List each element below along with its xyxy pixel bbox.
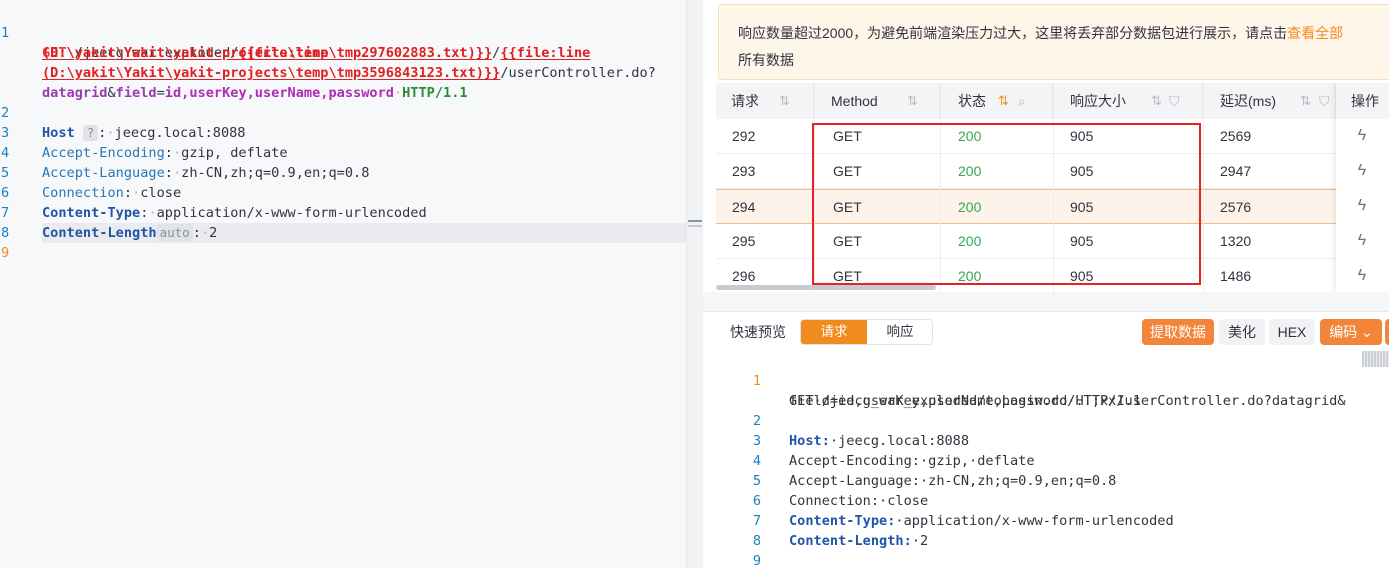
column-header-status[interactable]: 状态 ⇅ ⌕ — [940, 83, 1053, 119]
extract-data-button[interactable]: 提取数据 — [1142, 319, 1214, 345]
tab-request[interactable]: 请求 — [801, 320, 867, 344]
lightning-icon[interactable]: ϟ — [1354, 162, 1370, 180]
column-header-action: 操作 — [1336, 83, 1389, 119]
editor-line-1-wrap-2: (D:\yakit\Yakit\yakit-projects\temp\tmp3… — [0, 43, 686, 81]
request-editor[interactable]: 1 GET·/jeecg_war_exploded/{{file:line (D… — [0, 0, 703, 568]
editor-line-2: 2 Host ?:·jeecg.local:8088 — [1, 105, 246, 141]
filter-icon[interactable]: ⛉ — [1319, 83, 1330, 119]
horizontal-scrollbar[interactable] — [716, 285, 936, 290]
beautify-button[interactable]: 美化 — [1219, 319, 1265, 345]
editor-line-6: 6 Content-Type:·application/x-www-form-u… — [1, 185, 427, 221]
editor-line-4: 4 Accept-Language:·zh-CN,zh;q=0.9,en;q=0… — [1, 145, 370, 181]
search-icon[interactable]: ⌕ — [1018, 83, 1026, 119]
editor-line-8: 8 — [1, 225, 10, 241]
warning-text: 响应数量超过2000，为避免前端渲染压力过大，这里将丢弃部分数据包进行展示，请点… — [738, 25, 1344, 68]
encode-dropdown[interactable]: 编码 ⌄ — [1320, 319, 1382, 345]
sort-icon-active[interactable]: ⇅ — [998, 83, 1009, 119]
scroll-marker — [688, 225, 702, 227]
column-header-size[interactable]: 响应大小 ⇅ ⛉ — [1053, 83, 1203, 119]
more-button-clipped[interactable] — [1385, 319, 1389, 345]
column-header-request[interactable]: 请求 ⇅ — [716, 83, 814, 119]
editor-line-1-wrap-1: (D:\yakit\Yakit\yakit-projects\temp\tmp2… — [42, 45, 591, 61]
results-pane: 响应数量超过2000，为避免前端渲染压力过大，这里将丢弃部分数据包进行展示，请点… — [703, 0, 1389, 568]
tab-response[interactable]: 响应 — [867, 320, 932, 344]
filter-icon[interactable]: ⛉ — [1169, 83, 1180, 119]
preview-tabs: 请求 响应 — [800, 319, 933, 345]
table-footer — [703, 292, 1389, 312]
action-column: 操作 ϟ ϟ ϟ ϟ ϟ — [1336, 83, 1389, 292]
lightning-icon[interactable]: ϟ — [1354, 232, 1370, 250]
editor-line-9: 9 — [1, 245, 10, 261]
editor-line-7: 7 Content-Length auto:·2 — [1, 205, 218, 241]
lightning-icon[interactable]: ϟ — [1354, 197, 1370, 215]
warning-alert: 响应数量超过2000，为避免前端渲染压力过大，这里将丢弃部分数据包进行展示，请点… — [718, 4, 1389, 80]
preview-line-4: 4 Accept-Language:·zh-CN,zh;q=0.9,en;q=0… — [752, 453, 1117, 489]
lightning-icon[interactable]: ϟ — [1354, 127, 1370, 145]
quick-preview-title: 快速预览 — [730, 324, 786, 340]
editor-line-5: 5 Connection:·close — [1, 165, 182, 201]
preview-line-7: 7 Content-Length:·2 — [752, 513, 929, 549]
scroll-marker — [688, 220, 702, 222]
preview-line-6: 6 Content-Type:·application/x-www-form-u… — [752, 493, 1174, 529]
preview-line-9: 9 — [752, 553, 761, 568]
preview-line-8: 8 — [752, 533, 761, 549]
chevron-down-icon: ⌄ — [1361, 324, 1373, 340]
hex-button[interactable]: HEX — [1269, 319, 1315, 345]
preview-line-5: 5 Connection:·close — [752, 473, 929, 509]
code-minimap[interactable] — [1362, 351, 1389, 367]
editor-line-1-wrap-3: datagrid&field=id,userKey,userName,passw… — [42, 85, 468, 101]
sort-icon[interactable]: ⇅ — [1151, 83, 1162, 119]
lightning-icon[interactable]: ϟ — [1354, 267, 1370, 285]
view-all-link[interactable]: 查看全部 — [1287, 25, 1343, 41]
sort-icon[interactable]: ⇅ — [1300, 83, 1311, 119]
editor-line-1: 1 GET·/jeecg_war_exploded/{{file:line — [1, 25, 329, 61]
sort-icon[interactable]: ⇅ — [907, 83, 918, 119]
preview-line-1-wrap: field=id,userKey,userName,password·HTTP/… — [789, 393, 1141, 409]
preview-line-3: 3 Accept-Encoding:·gzip,·deflate — [752, 433, 1035, 469]
preview-line-2: 2 Host:·jeecg.local:8088 — [752, 413, 970, 449]
column-header-method[interactable]: Method ⇅ — [814, 83, 940, 119]
sort-icon[interactable]: ⇅ — [779, 83, 790, 119]
editor-scrollbar[interactable] — [686, 0, 703, 568]
editor-line-3: 3 Accept-Encoding:·gzip, deflate — [1, 125, 288, 161]
preview-line-1: 1 GET·/jeecg_war_exploded/toLogin.do/..;… — [752, 373, 1346, 409]
annotation-highlight-box — [812, 123, 1201, 285]
column-header-delay[interactable]: 延迟(ms) ⇅ ⛉ — [1203, 83, 1336, 119]
